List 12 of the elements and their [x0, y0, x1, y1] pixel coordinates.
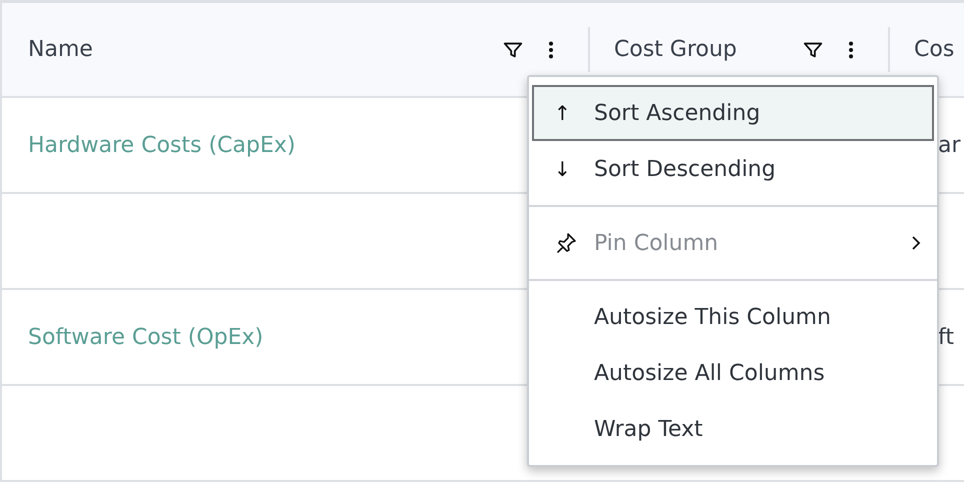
menu-item[interactable]: Wrap Text	[532, 401, 934, 457]
column-header[interactable]: Name	[28, 33, 93, 66]
arrow-down-icon: ↓	[554, 154, 571, 184]
column-header[interactable]: Cost Group	[614, 33, 737, 66]
menu-item[interactable]: ↓ Sort Descending	[532, 141, 934, 197]
menu-item[interactable]: Autosize All Columns	[532, 345, 934, 401]
column-header[interactable]: Cos	[914, 33, 954, 66]
menu-item[interactable]: ↑ Sort Ascending	[532, 85, 934, 141]
arrow-up-icon: ↑	[554, 98, 571, 128]
table-cell-text: ar	[938, 132, 961, 160]
menu-item[interactable]: Autosize This Column	[532, 289, 934, 345]
table-cell-text: ft	[938, 324, 954, 352]
